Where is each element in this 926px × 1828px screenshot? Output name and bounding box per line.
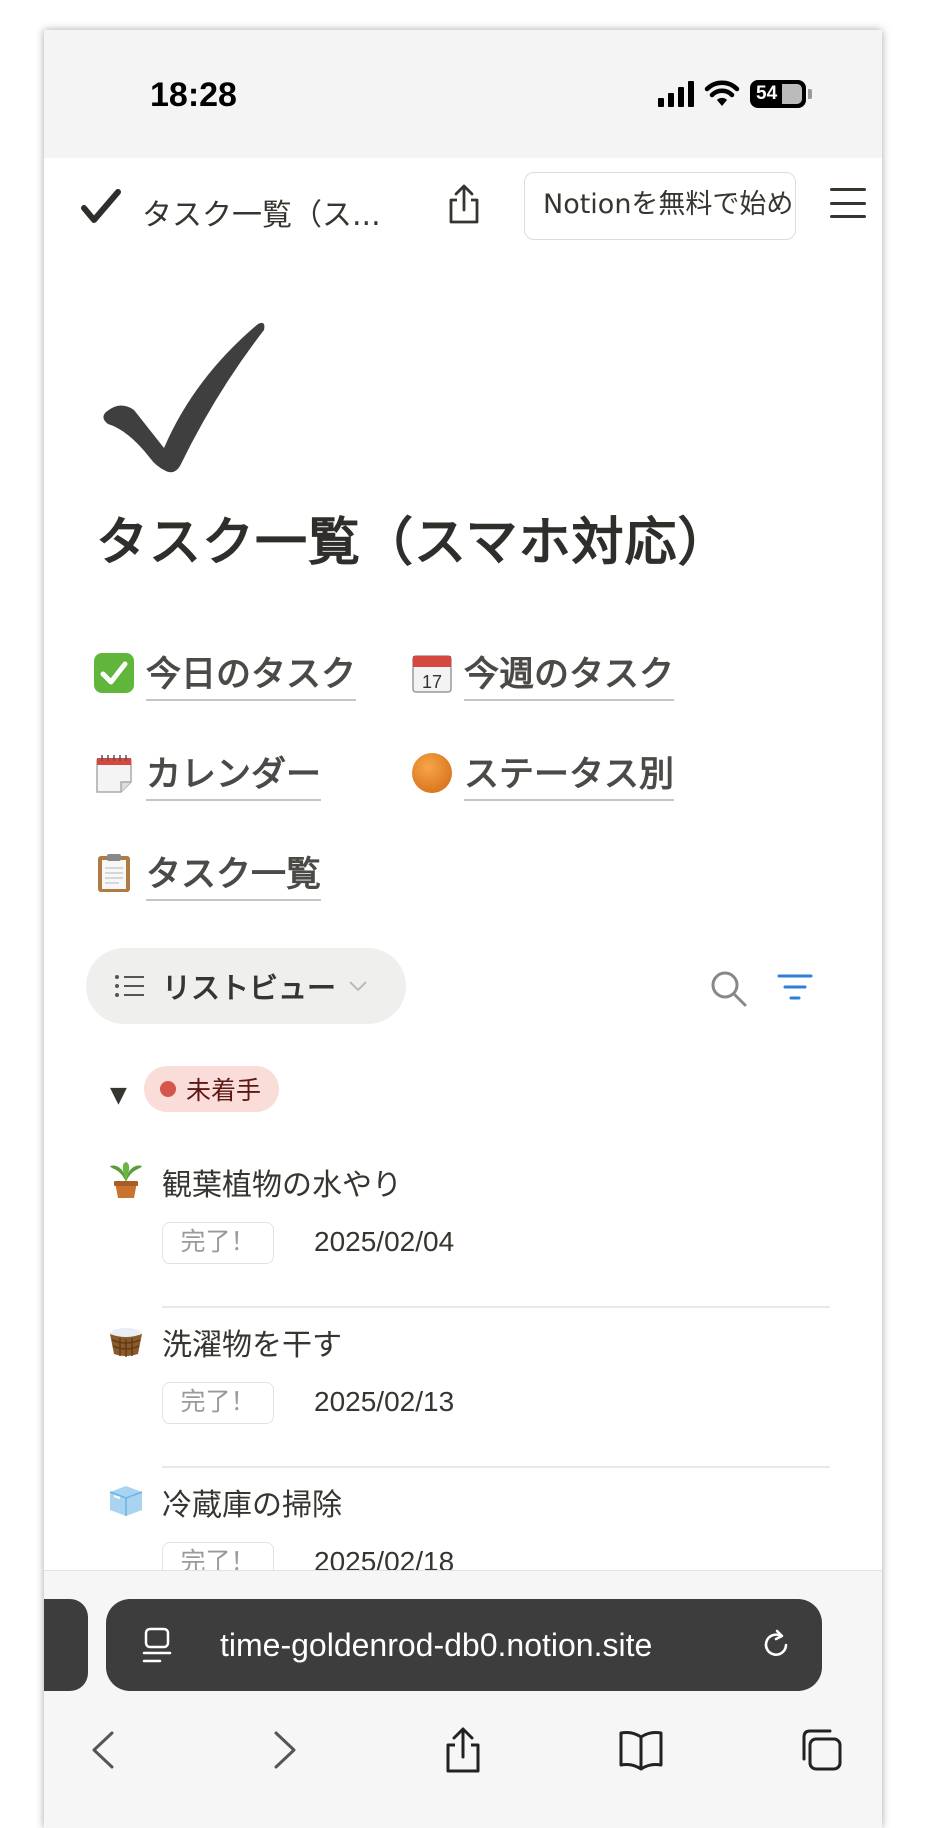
task-status: 完了！ (162, 1382, 274, 1424)
divider (162, 1306, 830, 1308)
battery-level: 54 (756, 83, 778, 104)
status-badge: 未着手 (144, 1066, 280, 1112)
reload-icon[interactable] (758, 1627, 794, 1663)
status-time: 18:28 (150, 76, 237, 114)
potted-plant-icon (110, 1162, 142, 1198)
task-date: 2025/02/18 (314, 1546, 455, 1570)
address-bar[interactable]: time-goldenrod-db0.notion.site (106, 1599, 822, 1691)
url-text: time-goldenrod-db0.notion.site (220, 1627, 653, 1663)
status-dot (160, 1081, 176, 1097)
chevron-down-icon (349, 981, 367, 992)
view-selector[interactable]: リストビュー (86, 948, 406, 1024)
hamburger-menu-icon[interactable] (830, 188, 866, 218)
search-icon[interactable] (708, 968, 748, 1008)
try-notion-button[interactable]: Notionを無料で始め (524, 172, 796, 240)
orange-circle-icon (410, 751, 454, 795)
basket-icon (110, 1328, 142, 1357)
battery-icon: 54 (750, 80, 812, 108)
spiral-calendar-icon (92, 751, 136, 795)
group-toggle-icon[interactable]: ▼ (110, 1083, 127, 1108)
ice-cube-icon (109, 1486, 143, 1516)
task-status: 完了！ (162, 1542, 274, 1570)
phone-frame: 18:28 54 タスク一覧（ス... Notionを無料で始め タスク一覧（ス… (44, 30, 882, 1828)
task-title: 洗濯物を干す (162, 1328, 342, 1363)
task-date: 2025/02/13 (314, 1386, 455, 1417)
page-checkmark-icon (103, 322, 265, 473)
browser-toolbar: time-goldenrod-db0.notion.site (44, 1570, 882, 1828)
clipboard-icon (92, 851, 136, 895)
status-label: 未着手 (186, 1076, 262, 1105)
task-status: 完了！ (162, 1222, 274, 1264)
list-icon (115, 975, 144, 997)
link-calendar[interactable]: カレンダー (92, 746, 322, 801)
link-label: 今日のタスク (146, 646, 357, 701)
link-task-list[interactable]: タスク一覧 (92, 846, 322, 901)
link-label: 今週のタスク (464, 646, 675, 701)
breadcrumb-title[interactable]: タスク一覧（ス... (142, 190, 381, 234)
checkmark-icon[interactable] (80, 186, 122, 228)
task-title: 観葉植物の水やり (162, 1168, 402, 1203)
forward-icon[interactable] (258, 1725, 308, 1775)
tabs-icon[interactable] (796, 1725, 846, 1775)
page-title: タスク一覧（スマホ対応） (96, 513, 731, 573)
link-label: ステータス別 (464, 746, 675, 801)
check-mark-button-icon (92, 651, 136, 695)
filter-icon[interactable] (776, 972, 814, 1002)
page-menu-icon[interactable] (142, 1627, 174, 1665)
notion-top-bar: タスク一覧（ス... Notionを無料で始め (44, 158, 882, 258)
previous-tab-preview[interactable] (44, 1599, 88, 1691)
back-icon[interactable] (80, 1725, 130, 1775)
view-label: リストビュー (162, 971, 337, 1005)
bookmarks-icon[interactable] (616, 1725, 666, 1775)
link-week-tasks[interactable]: 17 今週のタスク (410, 646, 675, 701)
calendar-icon: 17 (410, 651, 454, 695)
link-label: カレンダー (146, 746, 322, 801)
link-by-status[interactable]: ステータス別 (410, 746, 675, 801)
calendar-number: 17 (422, 672, 442, 692)
list-item[interactable]: 冷蔵庫の掃除 完了！ 2025/02/18 (44, 1480, 882, 1570)
link-label: タスク一覧 (146, 846, 322, 901)
status-bar: 18:28 54 (44, 30, 882, 158)
divider (162, 1466, 830, 1468)
link-today-tasks[interactable]: 今日のタスク (92, 646, 357, 701)
task-date: 2025/02/04 (314, 1226, 455, 1257)
share-icon[interactable] (444, 182, 484, 226)
share-icon[interactable] (438, 1725, 488, 1775)
status-icons: 54 (658, 80, 812, 108)
task-title: 冷蔵庫の掃除 (162, 1488, 342, 1523)
wifi-icon (704, 80, 740, 106)
cellular-signal-icon (658, 81, 694, 107)
